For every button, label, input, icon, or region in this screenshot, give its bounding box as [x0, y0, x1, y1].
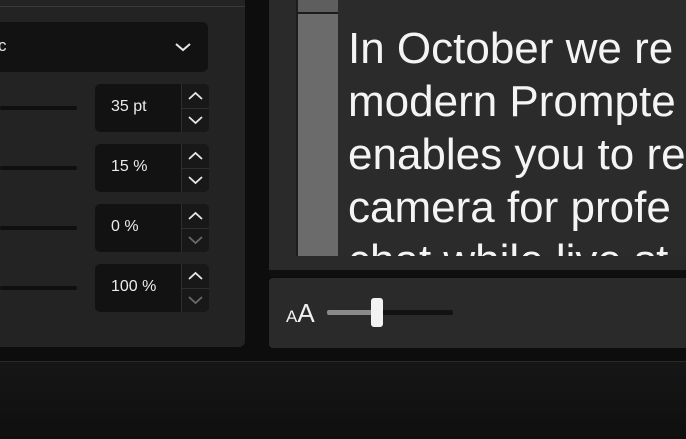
- prompter-preview: In October we re modern Prompte enables …: [338, 0, 686, 256]
- panel-divider: [0, 6, 245, 7]
- font-size-slider[interactable]: [0, 106, 77, 110]
- chevron-up-icon: [188, 151, 203, 160]
- scrollbar-thumb[interactable]: [298, 14, 338, 256]
- increment-button[interactable]: [182, 204, 209, 229]
- increment-button[interactable]: [182, 84, 209, 109]
- font-size-stepper[interactable]: 35 pt: [95, 84, 209, 132]
- margin-row: 0 %: [0, 204, 210, 252]
- opacity-stepper[interactable]: 100 %: [95, 264, 209, 312]
- decrement-button[interactable]: [182, 108, 209, 132]
- text-size-slider-fill: [327, 310, 377, 315]
- margin-slider[interactable]: [0, 226, 77, 230]
- chevron-up-icon: [188, 211, 203, 220]
- chevron-down-icon: [188, 116, 203, 125]
- opacity-value: 100 %: [111, 278, 157, 295]
- text-size-icon: AA: [286, 298, 315, 328]
- decrement-button[interactable]: [182, 168, 209, 192]
- chevron-down-icon: [188, 176, 203, 185]
- text-size-slider-thumb[interactable]: [371, 298, 383, 327]
- stepper-buttons: [181, 264, 209, 312]
- font-size-row: 35 pt: [0, 84, 210, 132]
- stepper-buttons: [181, 84, 209, 132]
- line-spacing-stepper[interactable]: 15 %: [95, 144, 209, 192]
- font-family-dropdown[interactable]: c: [0, 22, 208, 72]
- scrollbar-top-cap: [298, 0, 338, 13]
- chevron-up-icon: [188, 91, 203, 100]
- opacity-row: 100 %: [0, 264, 210, 312]
- opacity-slider[interactable]: [0, 286, 77, 290]
- chevron-up-icon: [188, 271, 203, 280]
- font-size-value: 35 pt: [111, 98, 147, 115]
- prompter-text: In October we re modern Prompte enables …: [348, 24, 686, 256]
- line-spacing-slider[interactable]: [0, 166, 77, 170]
- panel-divider: [269, 270, 686, 277]
- line-spacing-value: 15 %: [111, 158, 148, 175]
- stepper-buttons: [181, 144, 209, 192]
- chevron-down-icon: [188, 236, 203, 245]
- increment-button[interactable]: [182, 144, 209, 169]
- chevron-down-icon: [188, 296, 203, 305]
- line-spacing-row: 15 %: [0, 144, 210, 192]
- increment-button[interactable]: [182, 264, 209, 289]
- taskbar-area: [0, 361, 686, 439]
- dropdown-selected-value: c: [0, 36, 7, 55]
- chevron-down-icon: [175, 43, 191, 52]
- margin-stepper[interactable]: 0 %: [95, 204, 209, 252]
- decrement-button[interactable]: [182, 228, 209, 252]
- margin-value: 0 %: [111, 218, 139, 235]
- stepper-buttons: [181, 204, 209, 252]
- decrement-button[interactable]: [182, 288, 209, 312]
